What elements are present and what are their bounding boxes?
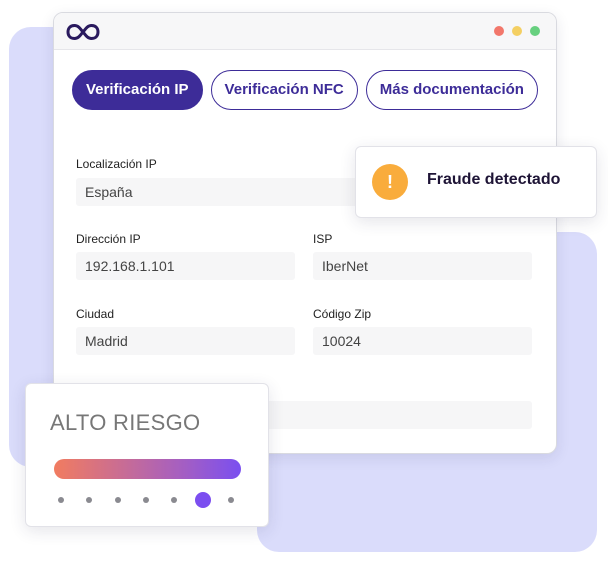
warning-icon: ! [372,164,408,200]
tab-verificacion-nfc[interactable]: Verificación NFC [210,70,358,110]
tab-verificacion-ip[interactable]: Verificación IP [72,70,203,110]
verification-tabs: Verificación IP Verificación NFC Más doc… [72,70,538,110]
risk-level-dot [228,497,234,503]
risk-level-dot [114,497,121,503]
risk-level-title: ALTO RIESGO [50,410,201,435]
risk-level-dot-active [194,492,211,508]
fraud-alert-card: ! Fraude detectado [355,146,597,218]
isp-label: ISP [313,232,333,246]
city-label: Ciudad [76,307,115,321]
risk-level-indicator [58,492,238,508]
city-field[interactable]: Madrid [76,327,295,355]
window-titlebar [54,13,556,50]
risk-level-dot [86,497,93,503]
risk-level-card: ALTO RIESGO [25,383,269,527]
window-controls [494,26,540,36]
risk-level-dot [58,497,64,503]
minimize-window-dot[interactable] [512,26,522,36]
risk-level-dot [143,497,149,503]
fraud-alert-text: Fraude detectado [427,171,561,188]
zip-code-label: Código Zip [313,307,372,321]
infinity-logo-icon [66,24,100,40]
zip-code-field[interactable]: 10024 [313,327,532,355]
close-window-dot[interactable] [494,26,504,36]
maximize-window-dot[interactable] [530,26,540,36]
isp-field[interactable]: IberNet [313,252,532,280]
location-label: Localización IP [76,157,157,171]
risk-level-dot [171,497,178,503]
risk-gradient-bar [54,459,241,479]
ip-address-label: Dirección IP [76,232,141,246]
ip-address-field[interactable]: 192.168.1.101 [76,252,295,280]
tab-mas-documentacion[interactable]: Más documentación [365,70,538,110]
